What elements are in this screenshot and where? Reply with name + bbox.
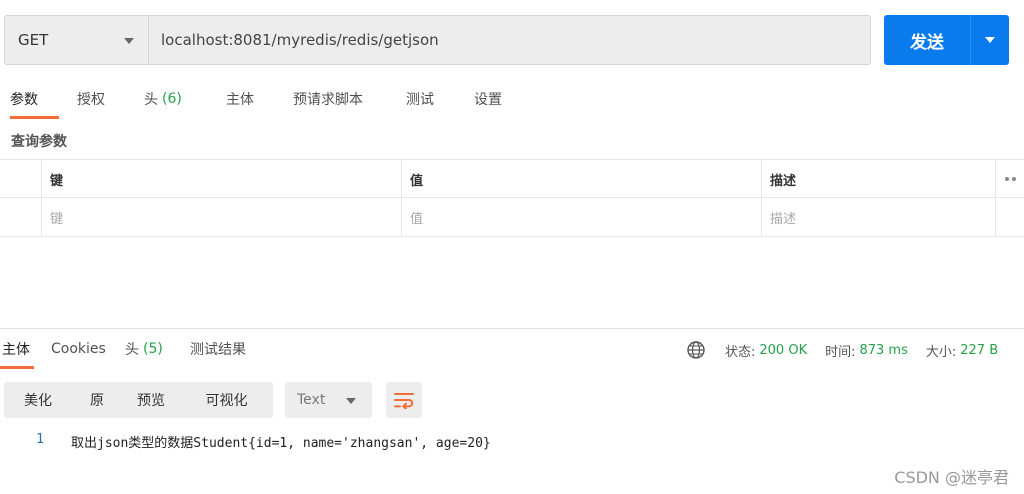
request-tabs: 参数 授权 头 (6) 主体 预请求脚本 测试 设置 — [0, 80, 524, 120]
tab-params[interactable]: 参数 — [10, 80, 59, 119]
view-pretty-button[interactable]: 美化 — [4, 382, 72, 418]
tab-label: 授权 — [77, 92, 105, 108]
tab-tests[interactable]: 测试 — [406, 80, 456, 118]
row-handle-cell — [0, 198, 42, 236]
time-label: 时间: — [825, 344, 856, 360]
status-value[interactable]: 200 OK — [759, 343, 807, 358]
more-options-button[interactable] — [996, 160, 1024, 198]
tab-label: 头 — [144, 92, 158, 108]
tab-response-headers[interactable]: 头 (5) — [125, 330, 172, 368]
method-label: GET — [18, 31, 49, 49]
tab-pre-request-script[interactable]: 预请求脚本 — [293, 80, 388, 118]
tab-response-body[interactable]: 主体 — [0, 330, 34, 369]
view-visualize-button[interactable]: 可视化 — [180, 382, 273, 418]
row-spacer-cell — [996, 198, 1024, 236]
globe-icon[interactable] — [686, 340, 706, 360]
view-mode-group: 美化 原 预览 可视化 — [4, 382, 273, 418]
tab-label: 测试 — [406, 92, 434, 108]
response-line: 取出json类型的数据Student{id=1, name='zhangsan'… — [71, 436, 491, 451]
send-options-button[interactable] — [971, 15, 1009, 65]
description-input[interactable]: 描述 — [762, 198, 996, 236]
wrap-lines-button[interactable] — [386, 382, 422, 418]
tab-label: Cookies — [51, 341, 106, 357]
request-bar: GET localhost:8081/myredis/redis/getjson — [4, 15, 871, 65]
size-value[interactable]: 227 B — [960, 343, 998, 358]
view-raw-button[interactable]: 原 — [72, 382, 122, 418]
size-label: 大小: — [925, 344, 957, 360]
tab-authorization[interactable]: 授权 — [77, 80, 126, 118]
column-header-value: 值 — [402, 160, 762, 198]
column-header-key: 键 — [42, 160, 402, 198]
response-body[interactable]: 1 取出json类型的数据Student{id=1, name='zhangsa… — [0, 432, 491, 451]
tab-test-results[interactable]: 测试结果 — [190, 330, 254, 368]
response-tabs: 主体 Cookies 头 (5) 测试结果 — [0, 330, 254, 369]
row-handle-cell — [0, 160, 42, 198]
method-select[interactable]: GET — [4, 15, 148, 65]
tab-label: 主体 — [226, 92, 254, 108]
chevron-down-icon — [346, 398, 356, 404]
tab-count: (5) — [143, 341, 163, 357]
pane-divider[interactable] — [0, 328, 1024, 329]
key-input[interactable]: 键 — [42, 198, 402, 236]
tab-headers[interactable]: 头 (6) — [144, 80, 208, 118]
send-button[interactable]: 发送 — [884, 15, 970, 65]
status-label: 状态: — [725, 344, 756, 360]
more-dots-icon — [1004, 177, 1016, 181]
tab-count: (6) — [162, 91, 182, 107]
time-value[interactable]: 873 ms — [859, 343, 907, 358]
format-label: Text — [297, 392, 326, 408]
view-preview-button[interactable]: 预览 — [122, 382, 180, 418]
watermark: CSDN @迷亭君 — [894, 468, 1009, 487]
response-toolbar: 美化 原 预览 可视化 Text — [4, 382, 422, 418]
tab-label: 设置 — [474, 92, 502, 108]
line-number: 1 — [36, 432, 44, 447]
tab-body[interactable]: 主体 — [226, 80, 275, 118]
value-input[interactable]: 值 — [402, 198, 762, 236]
response-status: 状态: 200 OK 时间: 873 ms 大小: 227 B — [686, 339, 998, 361]
table-row: 键 值 描述 — [0, 198, 1024, 237]
tab-label: 主体 — [2, 342, 30, 358]
tab-label: 头 — [125, 342, 139, 358]
tab-label: 测试结果 — [190, 342, 246, 358]
tab-label: 参数 — [10, 92, 38, 108]
chevron-down-icon — [985, 37, 995, 43]
format-select[interactable]: Text — [285, 382, 372, 418]
query-params-label: 查询参数 — [11, 134, 67, 150]
table-header-row: 键 值 描述 — [0, 159, 1024, 198]
column-header-description: 描述 — [762, 160, 996, 198]
send-button-group: 发送 — [884, 15, 1009, 65]
tab-label: 预请求脚本 — [293, 92, 363, 108]
wrap-lines-icon — [394, 393, 414, 409]
url-input[interactable]: localhost:8081/myredis/redis/getjson — [148, 15, 871, 65]
tab-cookies[interactable]: Cookies — [51, 330, 107, 368]
tab-settings[interactable]: 设置 — [474, 80, 524, 118]
query-params-table: 键 值 描述 键 值 描述 — [0, 159, 1024, 237]
chevron-down-icon — [124, 38, 134, 44]
